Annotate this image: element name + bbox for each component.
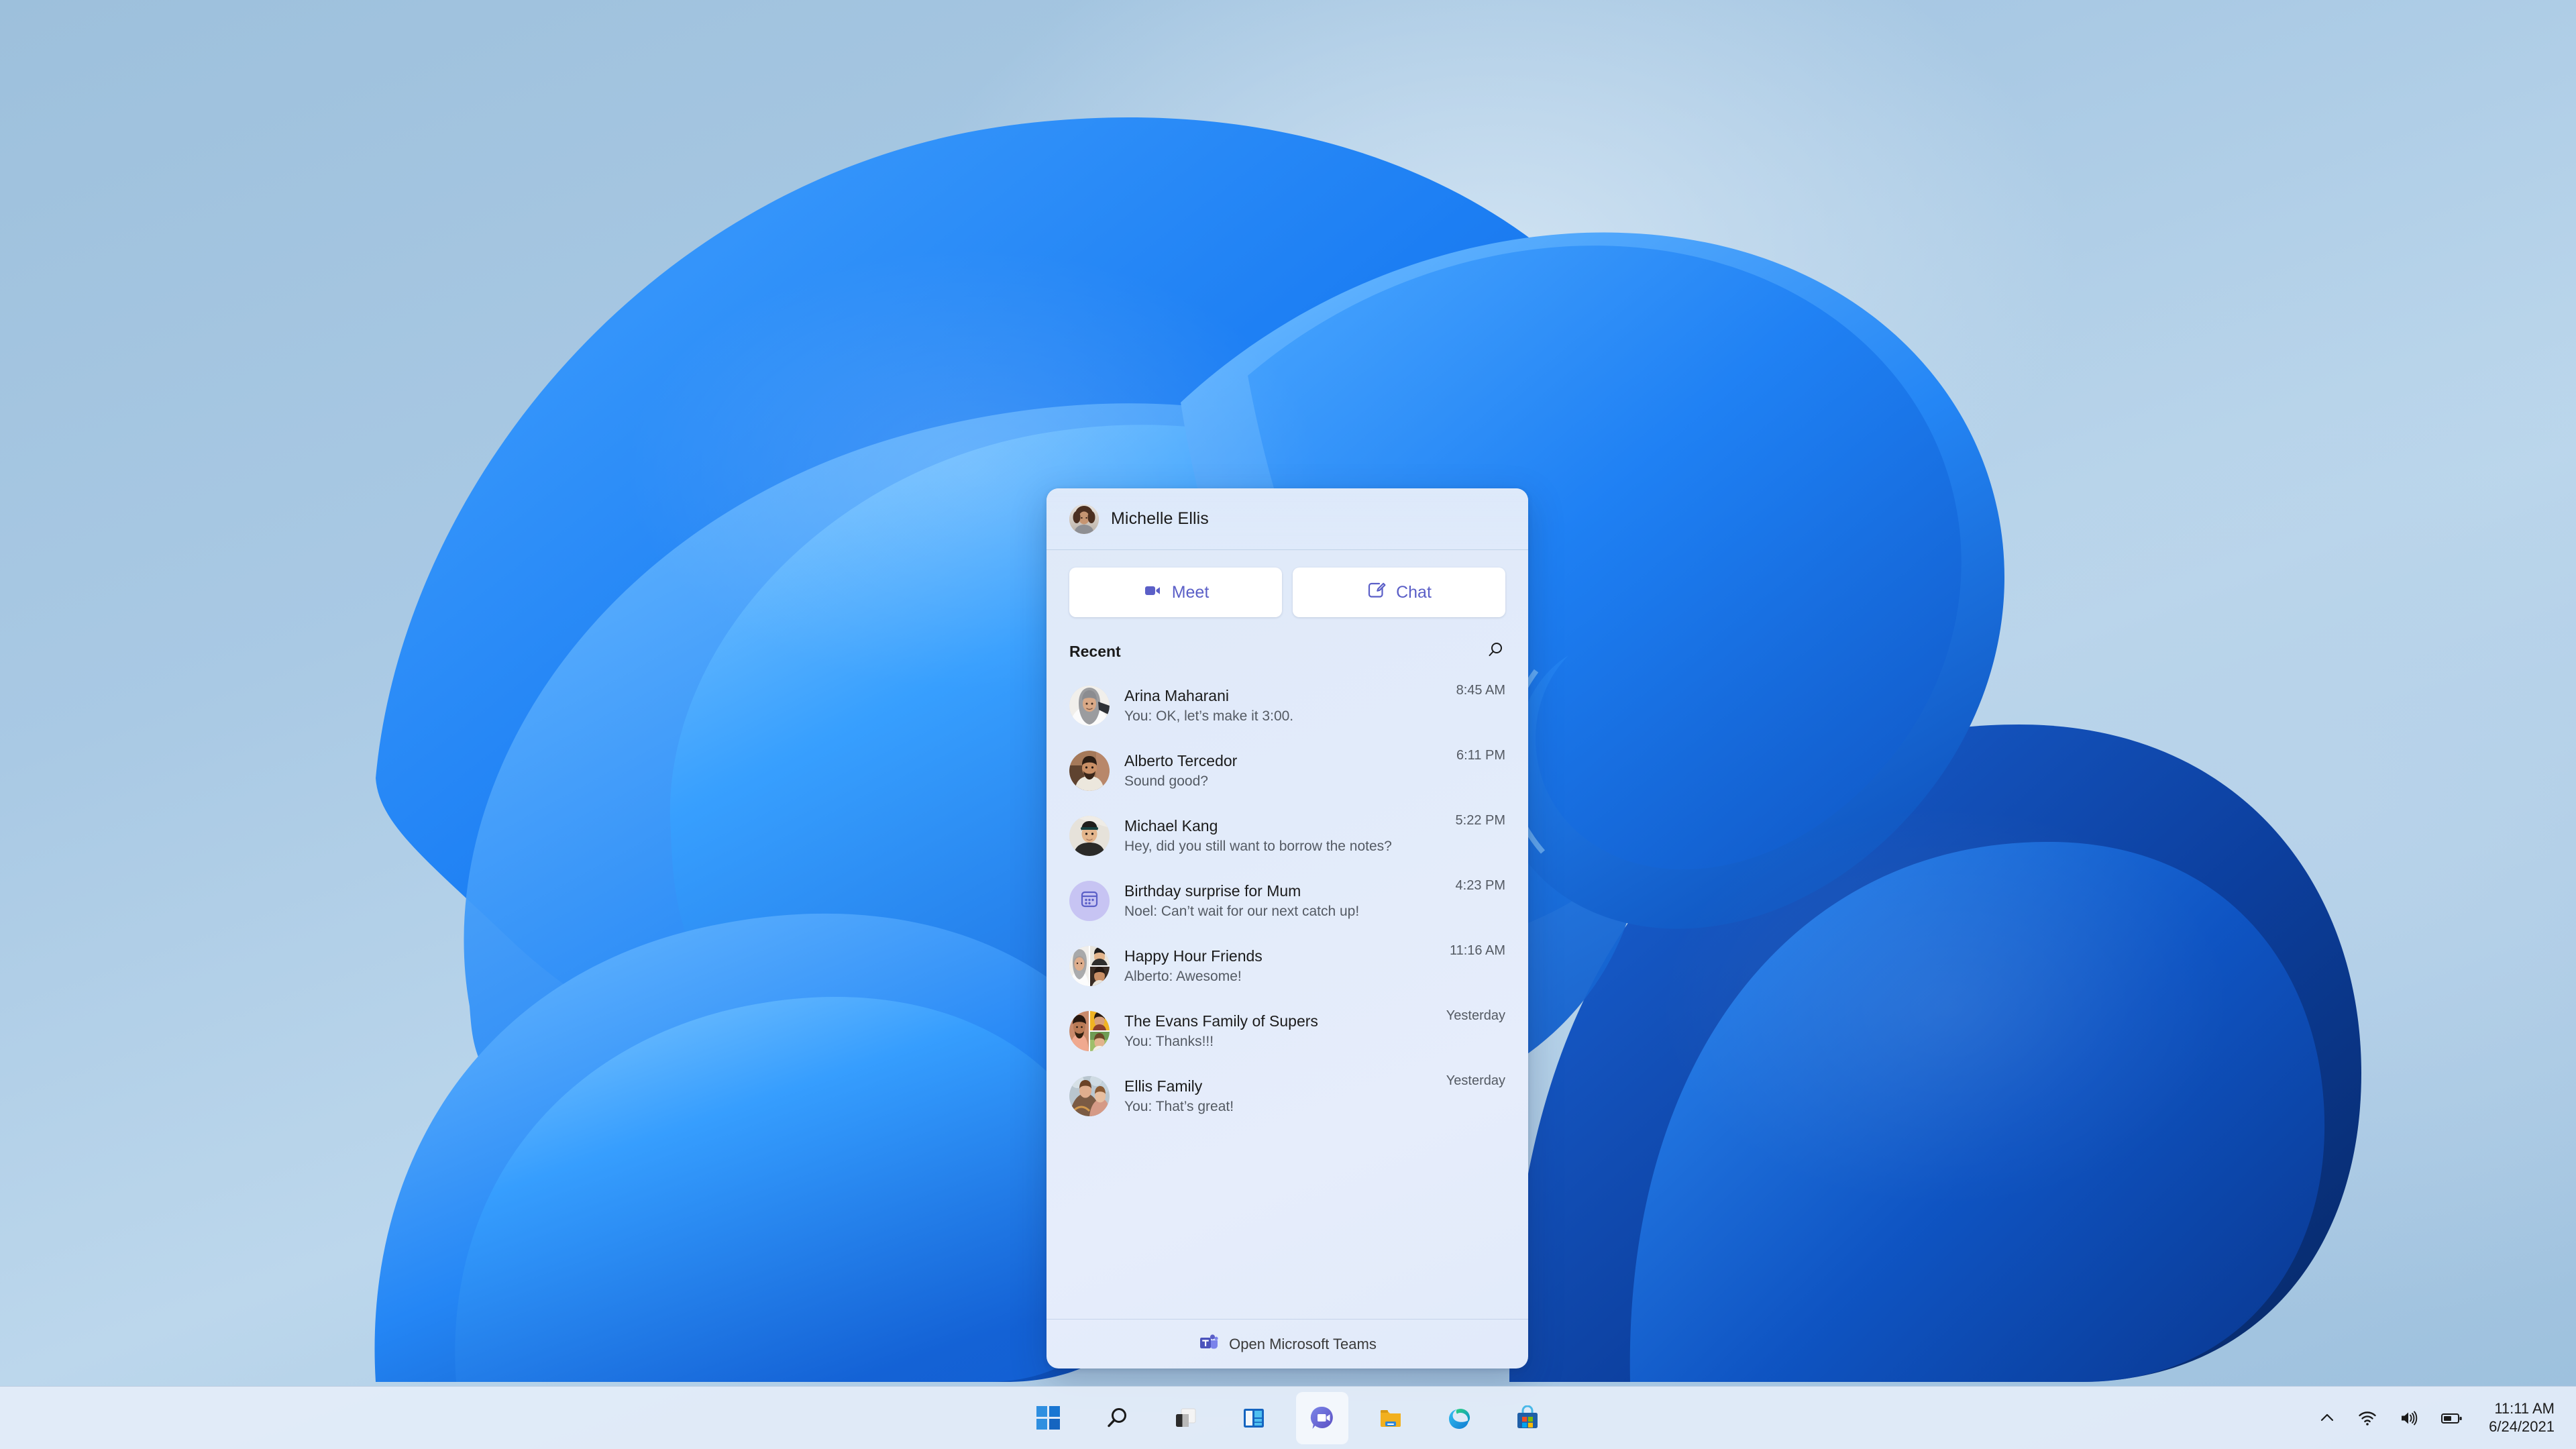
chat-item-text: Michael Kang Hey, did you still want to … <box>1124 817 1441 855</box>
chat-item-name: Alberto Tercedor <box>1124 751 1238 769</box>
edge-icon <box>1449 1408 1470 1429</box>
avatar <box>1069 815 1110 856</box>
avatar <box>1069 750 1110 791</box>
task-view-icon <box>1176 1408 1196 1427</box>
search-icon <box>1108 1407 1126 1427</box>
avatar <box>1069 685 1110 726</box>
widgets-button[interactable] <box>1228 1392 1280 1444</box>
task-view-button[interactable] <box>1159 1392 1212 1444</box>
chat-item-time: 6:11 PM <box>1456 748 1505 763</box>
teams-chat-icon <box>1310 1406 1333 1429</box>
chat-item-preview: You: Thanks!!! <box>1124 1033 1214 1049</box>
chat-item-time: 4:23 PM <box>1455 878 1505 893</box>
recent-title: Recent <box>1069 643 1121 660</box>
microsoft-store-button[interactable] <box>1501 1392 1554 1444</box>
file-explorer-button[interactable] <box>1364 1392 1417 1444</box>
chat-item-time: Yesterday <box>1446 1008 1505 1023</box>
chat-item-name: Ellis Family <box>1124 1077 1203 1095</box>
group-collage-avatar <box>1069 945 1110 986</box>
speaker-icon <box>2402 1411 2418 1426</box>
chat-item-name: Happy Hour Friends <box>1124 947 1263 965</box>
chat-item-name: Arina Maharani <box>1124 686 1229 704</box>
chat-button[interactable]: Chat <box>1293 568 1505 617</box>
chat-item-preview: You: That’s great! <box>1124 1098 1234 1114</box>
battery-icon <box>2441 1413 2462 1424</box>
chat-list-item[interactable]: Arina Maharani You: OK, let’s make it 3:… <box>1046 673 1528 738</box>
start-button[interactable] <box>1022 1392 1075 1444</box>
show-hidden-icons-button[interactable] <box>2308 1387 2347 1449</box>
michelle-ellis-avatar-image <box>1069 504 1099 534</box>
system-tray: 11:11 AM 6/24/2021 <box>2308 1387 2576 1449</box>
flyout-action-bar: Meet Chat <box>1046 550 1528 631</box>
chat-list-item[interactable]: The Evans Family of Supers You: Thanks!!… <box>1046 998 1528 1063</box>
desktop: Michelle Ellis Meet Chat Recent Arina Ma… <box>0 0 2576 1449</box>
store-icon <box>1517 1405 1538 1428</box>
taskbar-pinned-apps <box>1022 1387 1554 1449</box>
chat-item-preview: Alberto: Awesome! <box>1124 968 1242 984</box>
chat-item-time: 8:45 AM <box>1456 683 1505 698</box>
chat-list-item[interactable]: Happy Hour Friends Alberto: Awesome! 11:… <box>1046 933 1528 998</box>
microsoft-teams-icon <box>1198 1332 1218 1356</box>
taskbar: 11:11 AM 6/24/2021 <box>0 1386 2576 1449</box>
network-button[interactable] <box>2347 1387 2388 1449</box>
open-teams-label: Open Microsoft Teams <box>1229 1335 1377 1352</box>
video-camera-icon <box>1142 580 1163 605</box>
chat-item-name: Michael Kang <box>1124 816 1218 835</box>
avatar <box>1069 1075 1110 1116</box>
chat-item-time: 5:22 PM <box>1455 813 1505 828</box>
widgets-icon <box>1244 1408 1264 1428</box>
compose-chat-icon <box>1366 580 1387 605</box>
flyout-user-name: Michelle Ellis <box>1111 509 1209 528</box>
group-avatar <box>1069 880 1110 921</box>
chat-item-text: Happy Hour Friends Alberto: Awesome! <box>1124 947 1435 985</box>
group-people-icon <box>1079 888 1100 913</box>
windows-logo-icon <box>1036 1405 1060 1430</box>
meet-button-label: Meet <box>1171 582 1210 602</box>
chat-item-preview: Hey, did you still want to borrow the no… <box>1124 838 1392 854</box>
avatar <box>1069 504 1099 534</box>
chat-item-preview: You: OK, let’s make it 3:00. <box>1124 708 1294 724</box>
folder-icon <box>1381 1409 1401 1427</box>
chat-item-name: Birthday surprise for Mum <box>1124 881 1301 900</box>
meet-button[interactable]: Meet <box>1069 568 1282 617</box>
flyout-header: Michelle Ellis <box>1046 488 1528 550</box>
chat-item-time: Yesterday <box>1446 1073 1505 1088</box>
chevron-up-icon <box>2321 1413 2334 1421</box>
teams-chat-flyout: Michelle Ellis Meet Chat Recent Arina Ma… <box>1046 488 1528 1368</box>
group-collage-avatar <box>1069 1010 1110 1051</box>
chat-item-preview: Noel: Can’t wait for our next catch up! <box>1124 903 1360 919</box>
wifi-icon <box>2359 1411 2376 1426</box>
chat-list-item[interactable]: Alberto Tercedor Sound good? 6:11 PM <box>1046 738 1528 803</box>
search-button[interactable] <box>1091 1392 1143 1444</box>
chat-item-name: The Evans Family of Supers <box>1124 1012 1318 1030</box>
chat-item-text: Ellis Family You: That’s great! <box>1124 1077 1432 1115</box>
open-microsoft-teams-button[interactable]: Open Microsoft Teams <box>1046 1319 1528 1368</box>
chat-list-item[interactable]: Michael Kang Hey, did you still want to … <box>1046 803 1528 868</box>
chat-list-item[interactable]: Birthday surprise for Mum Noel: Can’t wa… <box>1046 868 1528 933</box>
chat-item-text: Alberto Tercedor Sound good? <box>1124 752 1442 790</box>
chat-item-preview: Sound good? <box>1124 773 1208 789</box>
recent-chat-list: Arina Maharani You: OK, let’s make it 3:… <box>1046 670 1528 1319</box>
chat-button-label: Chat <box>1396 582 1432 602</box>
chat-item-text: Birthday surprise for Mum Noel: Can’t wa… <box>1124 882 1441 920</box>
clock-time: 11:11 AM <box>2494 1400 2555 1417</box>
search-icon[interactable] <box>1485 640 1505 663</box>
clock-date: 6/24/2021 <box>2489 1418 2555 1435</box>
battery-button[interactable] <box>2430 1387 2474 1449</box>
recent-section-header: Recent <box>1046 631 1528 670</box>
microsoft-edge-button[interactable] <box>1433 1392 1485 1444</box>
chat-item-time: 11:16 AM <box>1449 943 1505 958</box>
chat-teams-button[interactable] <box>1296 1391 1348 1444</box>
volume-button[interactable] <box>2388 1387 2430 1449</box>
chat-item-text: Arina Maharani You: OK, let’s make it 3:… <box>1124 687 1442 724</box>
chat-item-text: The Evans Family of Supers You: Thanks!!… <box>1124 1012 1432 1050</box>
chat-list-item[interactable]: Ellis Family You: That’s great! Yesterda… <box>1046 1063 1528 1128</box>
clock-and-date[interactable]: 11:11 AM 6/24/2021 <box>2474 1400 2559 1436</box>
